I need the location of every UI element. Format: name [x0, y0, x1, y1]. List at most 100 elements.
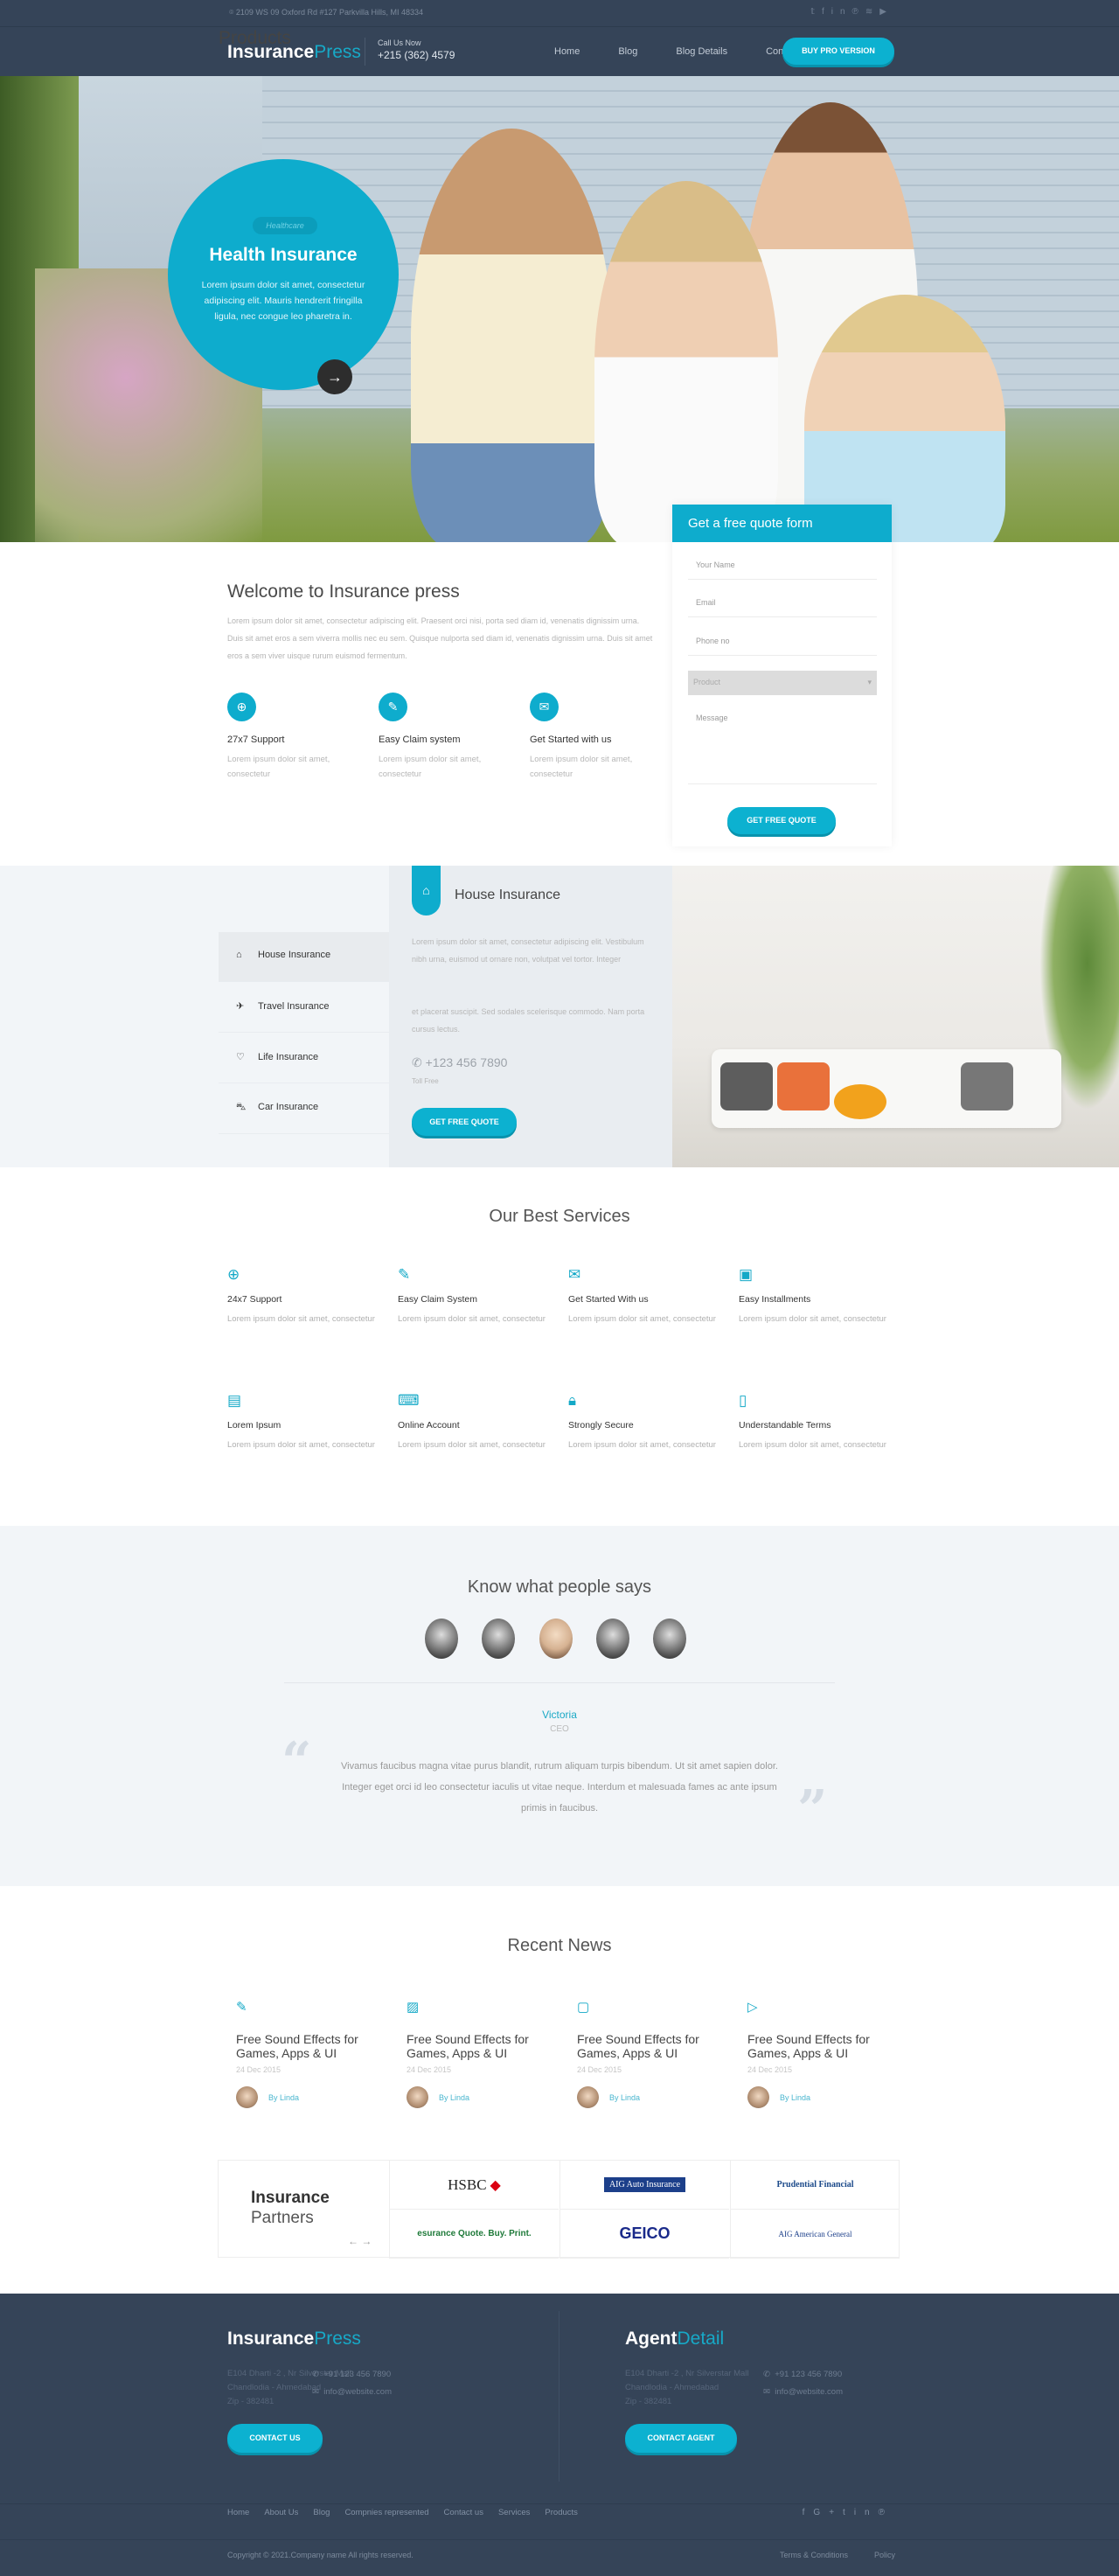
hero-next-button[interactable]: → — [317, 359, 352, 394]
author-avatar — [747, 2086, 769, 2108]
buy-pro-button[interactable]: BUY PRO VERSION — [782, 38, 894, 65]
product-quote-button[interactable]: GET FREE QUOTE — [412, 1108, 517, 1136]
service-title: Lorem Ipsum — [227, 1420, 281, 1431]
rss-icon[interactable]: ≋ — [865, 7, 879, 17]
footer-logo: InsurancePress — [227, 2329, 361, 2349]
footer-link-contact[interactable]: Contact us — [444, 2508, 483, 2517]
footer-link-services[interactable]: Services — [498, 2508, 530, 2517]
footer-link-companies[interactable]: Compnies represented — [344, 2508, 428, 2517]
testimonial-avatar[interactable] — [596, 1619, 629, 1659]
quote-close-icon: ” — [797, 1779, 828, 1841]
news-title: Recent News — [507, 1936, 612, 1955]
agent-address: E104 Dharti -2 , Nr Silverstar Mall Chand… — [625, 2369, 749, 2406]
lifebuoy-icon: ⊕ — [227, 1266, 240, 1283]
phone-input[interactable]: Phone no — [688, 631, 877, 656]
nav-home[interactable]: Home — [554, 46, 580, 57]
testimonial-avatar[interactable] — [482, 1619, 515, 1659]
top-bar: ⌾ 2109 WS 09 Oxford Rd #127 Parkvilla Hi… — [0, 0, 1119, 26]
service-item: ✎ Easy Claim System Lorem ipsum dolor sit … — [398, 1266, 546, 1326]
testimonial-avatar[interactable] — [653, 1619, 686, 1659]
news-author: By Linda — [747, 2086, 892, 2108]
product-tab-travel[interactable]: ✈ Travel Insurance — [219, 983, 389, 1033]
service-text: Lorem ipsum dolor sit amet, consectetur — [227, 1314, 375, 1324]
service-item: ▤ Lorem Ipsum Lorem ipsum dolor sit amet, … — [227, 1392, 376, 1452]
contact-agent-button[interactable]: CONTACT AGENT — [625, 2424, 737, 2453]
agent-detail-title: AgentDetail — [625, 2329, 725, 2349]
product-tab-car[interactable]: ⛍ Car Insurance — [219, 1084, 389, 1134]
pillow — [777, 1062, 830, 1110]
partner-logo-hsbc: HSBC ◆ — [389, 2161, 559, 2210]
email-input[interactable]: Email — [688, 593, 877, 617]
envelope-icon: ✉ — [568, 1266, 581, 1283]
name-input[interactable]: Your Name — [688, 555, 877, 580]
news-title[interactable]: Free Sound Effects for Games, Apps & UI — [407, 2032, 551, 2060]
product-tab-house[interactable]: ⌂ House Insurance — [219, 932, 389, 982]
linkedin-icon[interactable]: in — [854, 2508, 879, 2517]
twitter-icon[interactable]: 𝕥 — [810, 7, 822, 17]
hero-card: Healthcare Health Insurance Lorem ipsum … — [168, 159, 399, 390]
news-title[interactable]: Free Sound Effects for Games, Apps & UI — [236, 2032, 380, 2060]
news-title[interactable]: Free Sound Effects for Games, Apps & UI — [747, 2032, 892, 2060]
footer-link-products[interactable]: Products — [545, 2508, 578, 2517]
product-tab-life[interactable]: ♡ Life Insurance — [219, 1034, 389, 1083]
welcome-text: Lorem ipsum dolor sit amet, consectetur … — [227, 616, 653, 660]
footer-link-blog[interactable]: Blog — [313, 2508, 330, 2517]
phone-icon: ✆ — [312, 2370, 324, 2379]
book-icon: ▯ — [739, 1392, 747, 1409]
footer-link-home[interactable]: Home — [227, 2508, 249, 2517]
policy-link[interactable]: Policy — [874, 2551, 895, 2559]
testimonial-name: Victoria — [542, 1709, 577, 1721]
pinterest-icon[interactable]: ℗ — [879, 2508, 893, 2517]
pencil-icon: ✎ — [398, 1266, 411, 1283]
testimonial-quote: Vivamus faucibus magna vitae purus bland… — [341, 1761, 778, 1814]
linkedin-icon[interactable]: in — [831, 7, 852, 17]
service-text: Lorem ipsum dolor sit amet, consectetur — [739, 1440, 886, 1450]
hero-photo-girl — [594, 181, 778, 542]
product-select[interactable]: Product ▾ — [688, 671, 877, 695]
get-free-quote-button[interactable]: GET FREE QUOTE — [727, 807, 836, 834]
map-pin-icon: ⌾ — [229, 8, 236, 17]
arrow-left-icon[interactable]: ← — [348, 2235, 358, 2247]
pillow — [720, 1062, 773, 1110]
footer-link-about[interactable]: About Us — [264, 2508, 298, 2517]
footer-social: fG+tin℗ — [803, 2508, 893, 2517]
news-card[interactable]: ✎ Free Sound Effects for Games, Apps & UI… — [236, 1999, 380, 2108]
chat-icon: ▢ — [577, 2000, 590, 2015]
testimonials-title: Know what people says — [467, 1577, 652, 1597]
pencil-icon: ✎ — [236, 2000, 247, 2015]
news-card[interactable]: ▢ Free Sound Effects for Games, Apps & UI… — [577, 1999, 721, 2108]
service-item: ▣ Easy Installments Lorem ipsum dolor sit … — [739, 1266, 887, 1326]
nav-blog-details[interactable]: Blog Details — [676, 46, 727, 57]
contact-us-button[interactable]: CONTACT US — [227, 2424, 323, 2453]
product-detail-text-2: et placerat suscipit. Sed sodales sceler… — [412, 1007, 645, 1034]
lock-icon: 🔒︎ — [568, 1392, 577, 1409]
house-icon: ⌂ — [412, 866, 441, 916]
terms-link[interactable]: Terms & Conditions — [780, 2551, 848, 2559]
news-date: 24 Dec 2015 — [236, 2065, 281, 2074]
products-title: Products — [219, 28, 291, 48]
testimonial-avatar[interactable] — [425, 1619, 458, 1659]
car-icon: ⛍ — [236, 1102, 247, 1112]
facebook-icon[interactable]: f — [822, 7, 831, 17]
pinterest-icon[interactable]: ℗ — [852, 7, 865, 17]
news-card[interactable]: ▨ Free Sound Effects for Games, Apps & UI… — [407, 1999, 551, 2108]
google-plus-icon[interactable]: G+ — [813, 2508, 843, 2517]
partner-logo-esurance: esurance Quote. Buy. Print. — [389, 2210, 559, 2259]
news-card[interactable]: ▷ Free Sound Effects for Games, Apps & UI… — [747, 1999, 892, 2108]
news-title[interactable]: Free Sound Effects for Games, Apps & UI — [577, 2032, 721, 2060]
message-textarea[interactable]: Message — [688, 708, 877, 784]
main-nav: InsurancePress Call Us Now +215 (362) 45… — [0, 26, 1119, 76]
partners-subtitle: Partners — [251, 2209, 314, 2227]
footer — [0, 2294, 1119, 2576]
author-avatar — [236, 2086, 258, 2108]
copyright: Copyright © 2021.Company name All rights… — [227, 2551, 414, 2559]
arrow-right-icon[interactable]: → — [361, 2235, 372, 2247]
divider — [559, 2311, 560, 2482]
facebook-icon[interactable]: f — [803, 2508, 814, 2517]
chevron-down-icon: ▾ — [867, 678, 872, 686]
nav-blog[interactable]: Blog — [618, 46, 637, 57]
service-text: Lorem ipsum dolor sit amet, consectetur — [398, 1440, 546, 1450]
twitter-icon[interactable]: t — [843, 2508, 854, 2517]
youtube-icon[interactable]: ▶ — [879, 7, 893, 17]
testimonial-avatar-active[interactable] — [539, 1619, 573, 1659]
